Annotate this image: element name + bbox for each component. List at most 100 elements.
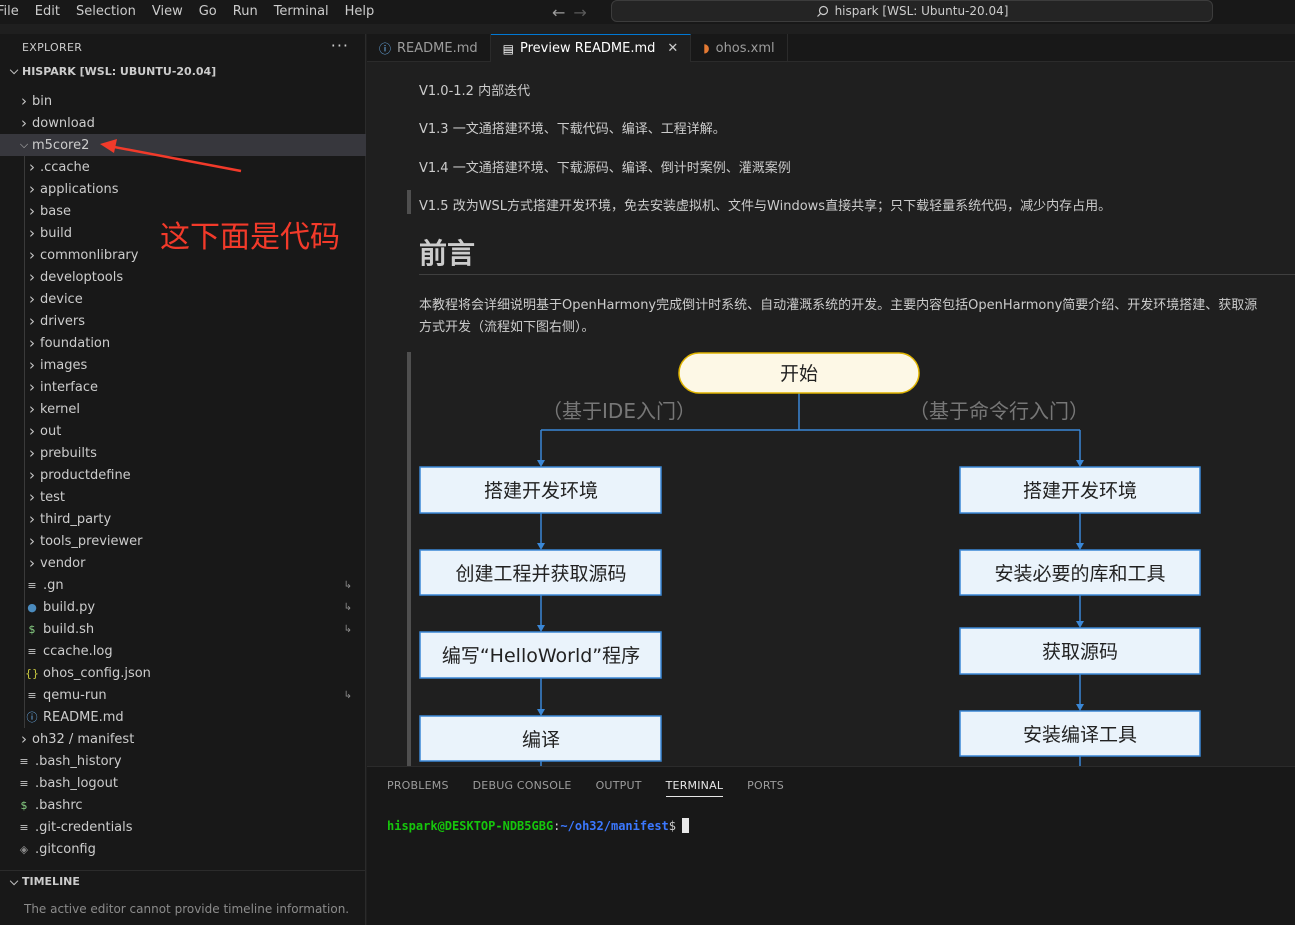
tree-file[interactable]: ≡ .gn ↳ <box>0 574 366 596</box>
tab-terminal[interactable]: TERMINAL <box>665 767 724 803</box>
indent-guide <box>24 156 25 178</box>
menu-view[interactable]: View <box>144 0 191 24</box>
tree-folder[interactable]: › applications <box>0 178 366 200</box>
tree-item-label: developtools <box>40 269 124 285</box>
chevron-right-icon: › <box>29 466 35 484</box>
tree-folder[interactable]: › drivers <box>0 310 366 332</box>
indent-guide <box>24 530 25 552</box>
chevron-right-icon: › <box>29 224 35 242</box>
tree-item-label: .bash_logout <box>35 775 118 791</box>
indent-guide <box>24 266 25 288</box>
tree-item-label: vendor <box>40 555 86 571</box>
indent-guide <box>24 574 25 596</box>
tree-folder[interactable]: › test <box>0 486 366 508</box>
timeline-header[interactable]: ⌵ TIMELINE <box>0 870 366 892</box>
flow-start-label: 开始 <box>780 363 818 385</box>
tree-file[interactable]: ⓘ README.md <box>0 706 366 728</box>
indent-guide <box>24 376 25 398</box>
tab-ports[interactable]: PORTS <box>747 767 784 803</box>
tab-problems[interactable]: PROBLEMS <box>387 767 449 803</box>
tab-preview-readme[interactable]: ▤ Preview README.md ✕ <box>490 34 692 62</box>
explorer-header: EXPLORER ··· <box>0 34 365 60</box>
tree-item-label: ccache.log <box>43 643 113 659</box>
tree-file[interactable]: ≡ .bash_logout <box>0 772 366 794</box>
tab-debug-console[interactable]: DEBUG CONSOLE <box>473 767 572 803</box>
tab-readme[interactable]: ⓘ README.md <box>367 34 491 62</box>
git-icon: ◈ <box>19 842 29 856</box>
flow-right-step-label: 安装编译工具 <box>1023 724 1137 746</box>
command-center-text: hispark [WSL: Ubuntu-20.04] <box>834 4 1009 18</box>
command-center-search[interactable]: hispark [WSL: Ubuntu-20.04] <box>611 0 1213 22</box>
tree-file[interactable]: $ .bashrc <box>0 794 366 816</box>
tree-item-label: download <box>32 115 95 131</box>
tree-file[interactable]: ≡ .bash_history <box>0 750 366 772</box>
tree-folder[interactable]: › oh32 / manifest <box>0 728 366 750</box>
arrow-right-icon[interactable]: → <box>573 3 586 22</box>
menu-help[interactable]: Help <box>337 0 383 24</box>
prompt-user: hispark@DESKTOP-NDB5GBG <box>387 818 554 833</box>
tree-file[interactable]: ≡ qemu-run ↳ <box>0 684 366 706</box>
menu-run[interactable]: Run <box>225 0 266 24</box>
tree-folder[interactable]: › interface <box>0 376 366 398</box>
tree-folder[interactable]: › prebuilts <box>0 442 366 464</box>
menu-selection[interactable]: Selection <box>68 0 144 24</box>
menu-go[interactable]: Go <box>191 0 225 24</box>
workspace-root[interactable]: ⌵ HISPARK [WSL: UBUNTU-20.04] <box>0 60 365 82</box>
tree-folder[interactable]: › foundation <box>0 332 366 354</box>
tree-file[interactable]: ≡ ccache.log <box>0 640 366 662</box>
tree-file[interactable]: {} ohos_config.json <box>0 662 366 684</box>
flow-left-step-label: 编写“HelloWorld”程序 <box>442 645 640 667</box>
chevron-right-icon: › <box>29 510 35 528</box>
menu-edit[interactable]: Edit <box>27 0 68 24</box>
arrow-left-icon[interactable]: ← <box>552 3 565 22</box>
tree-file[interactable]: ● build.py ↳ <box>0 596 366 618</box>
tree-folder[interactable]: › kernel <box>0 398 366 420</box>
tree-folder[interactable]: › third_party <box>0 508 366 530</box>
annotation-text: 这下面是代码 <box>160 220 340 255</box>
info-icon: ⓘ <box>26 711 38 724</box>
tree-folder[interactable]: › device <box>0 288 366 310</box>
chevron-down-icon: ⌵ <box>9 874 19 888</box>
close-icon[interactable]: ✕ <box>667 41 678 56</box>
prompt-colon: : <box>553 818 561 833</box>
lines-icon: ≡ <box>19 776 29 790</box>
menu-file[interactable]: File <box>0 0 27 24</box>
tree-item-label: tools_previewer <box>40 533 143 549</box>
tree-folder[interactable]: › download <box>0 112 366 134</box>
tree-folder[interactable]: › tools_previewer <box>0 530 366 552</box>
tab-ohos-xml[interactable]: ◗ ohos.xml <box>691 34 788 62</box>
tree-file[interactable]: ≡ .git-credentials <box>0 816 366 838</box>
annotation-arrow <box>100 139 242 173</box>
tree-folder[interactable]: › bin <box>0 90 366 112</box>
tree-file[interactable]: $ build.sh ↳ <box>0 618 366 640</box>
search-icon <box>816 5 828 17</box>
chevron-down-icon: ⌵ <box>19 138 29 151</box>
dollar-icon: $ <box>20 798 28 812</box>
preview-icon: ▤ <box>502 41 514 56</box>
tree-folder[interactable]: › productdefine <box>0 464 366 486</box>
chevron-right-icon: › <box>29 356 35 374</box>
flow-right-step-label: 搭建开发环境 <box>1023 480 1137 502</box>
menu-terminal[interactable]: Terminal <box>266 0 337 24</box>
chevron-right-icon: › <box>29 532 35 550</box>
tree-folder[interactable]: › out <box>0 420 366 442</box>
indent-guide <box>24 354 25 376</box>
tree-file[interactable]: ◈ .gitconfig <box>0 838 366 860</box>
tree-item-label: m5core2 <box>32 137 90 153</box>
ellipsis-icon[interactable]: ··· <box>331 36 349 55</box>
tree-item-label: interface <box>40 379 98 395</box>
flowchart: 开始 （基于IDE入门） （基于命令行入门） 搭建开发环境 创建工程并获取源码 … <box>419 352 1201 766</box>
tree-folder[interactable]: › images <box>0 354 366 376</box>
tree-item-label: bin <box>32 93 53 109</box>
tree-folder[interactable]: › developtools <box>0 266 366 288</box>
chevron-right-icon: › <box>29 246 35 264</box>
flow-left-branch-label: （基于IDE入门） <box>542 399 696 423</box>
chevron-right-icon: › <box>21 114 27 132</box>
markdown-preview[interactable]: V1.0-1.2 内部迭代 V1.3 一文通搭建环境、下载代码、编译、工程详解。… <box>367 62 1295 766</box>
title-bar: File Edit Selection View Go Run Terminal… <box>0 0 1295 24</box>
tab-output[interactable]: OUTPUT <box>596 767 642 803</box>
terminal-prompt[interactable]: hispark@DESKTOP-NDB5GBG : ~/oh32/manifes… <box>387 818 690 833</box>
tree-item-label: base <box>40 203 71 219</box>
tree-folder[interactable]: › vendor <box>0 552 366 574</box>
indent-guide <box>24 596 25 618</box>
